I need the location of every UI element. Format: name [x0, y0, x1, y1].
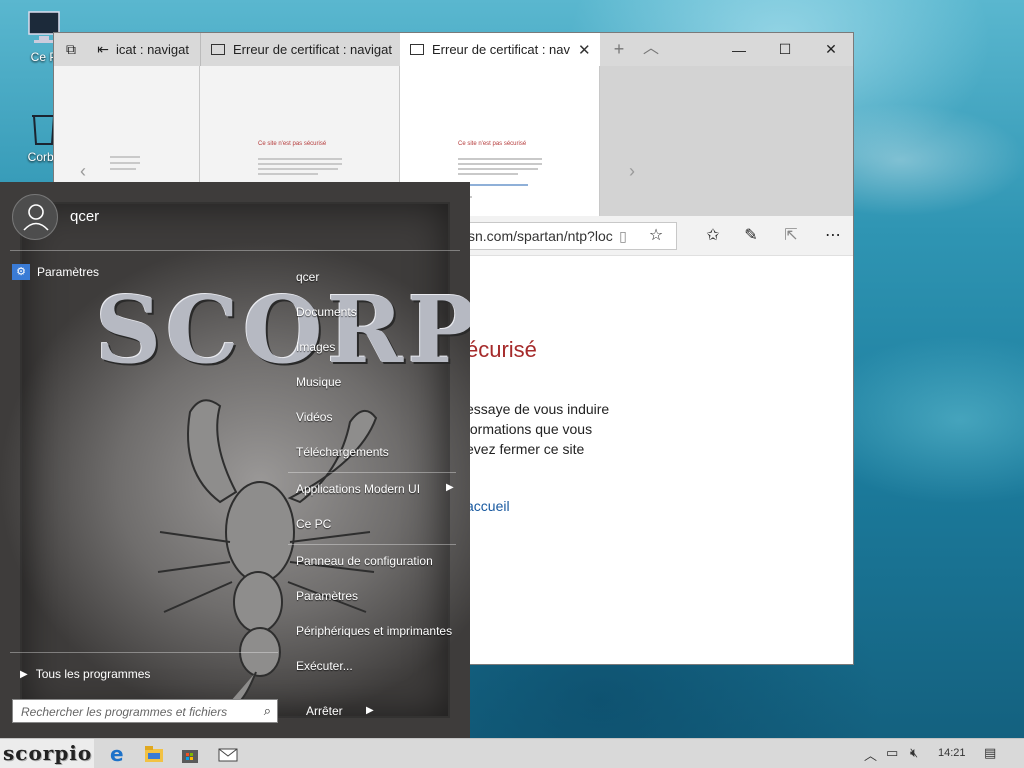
tab-1[interactable]: icat : navigat — [116, 33, 200, 66]
pinned-item-label: Paramètres — [37, 265, 100, 279]
tab-2[interactable]: Erreur de certificat : navigat — [200, 33, 400, 66]
favorites-hub-icon[interactable]: ✩ — [702, 226, 724, 248]
user-avatar[interactable] — [12, 194, 58, 240]
paragraph-line: evez fermer ce site — [466, 441, 585, 457]
taskbar: scorpio e ︿ ▭ 🔇︎ 14:21 ▤ — [0, 738, 1024, 768]
web-note-icon[interactable]: ✎ — [740, 226, 762, 248]
divider — [10, 250, 460, 251]
thumb-title: Ce site n'est pas sécurisé — [458, 141, 527, 147]
user-name[interactable]: qcer — [70, 208, 99, 225]
shutdown-button[interactable]: Arrêter ▶ — [288, 699, 384, 723]
menu-item-this-pc[interactable]: Ce PC — [296, 517, 331, 531]
menu-item-images[interactable]: Images — [296, 340, 335, 354]
paragraph-line: formations que vous — [466, 421, 593, 437]
tab-bar: ⧉ ⇤ icat : navigat Erreur de certificat … — [54, 33, 853, 66]
menu-item-documents[interactable]: Documents — [296, 305, 357, 319]
menu-item-run[interactable]: Exécuter... — [296, 659, 353, 673]
pinned-settings[interactable]: ⚙ Paramètres — [12, 264, 99, 280]
chevron-right-icon: ▶ — [20, 668, 28, 680]
all-programs-label: Tous les programmes — [35, 667, 151, 681]
reading-view-icon[interactable]: ▯ — [612, 226, 634, 248]
favorite-star-icon[interactable]: ☆ — [645, 226, 667, 248]
all-programs-button[interactable]: ▶ Tous les programmes — [20, 667, 150, 681]
user-icon — [23, 204, 49, 231]
start-menu: SCORPIO qcer ⚙ Paramètres qcer Documents… — [0, 182, 470, 738]
edge-browser-icon[interactable]: e — [106, 742, 130, 766]
menu-item-user[interactable]: qcer — [296, 270, 319, 284]
search-input[interactable]: Rechercher les programmes et fichiers ⌕ — [12, 699, 278, 723]
submenu-arrow-icon: ▶ — [446, 482, 454, 493]
page-heading: écurisé — [466, 337, 537, 362]
divider — [288, 544, 456, 545]
menu-item-label: Applications Modern UI — [296, 482, 421, 496]
file-explorer-icon[interactable] — [142, 743, 166, 765]
menu-item-devices-printers[interactable]: Périphériques et imprimantes — [296, 624, 452, 638]
menu-item-control-panel[interactable]: Panneau de configuration — [296, 554, 433, 568]
tab-label: Erreur de certificat : nav — [432, 42, 570, 57]
home-page-link[interactable]: accueil — [466, 498, 510, 514]
shutdown-options-arrow-icon[interactable]: ▶ — [366, 705, 374, 716]
next-arrow-icon[interactable]: › — [629, 161, 635, 182]
new-tab-icon[interactable]: + — [608, 39, 630, 61]
divider — [10, 652, 278, 653]
previous-arrow-icon[interactable]: ‹ — [80, 161, 86, 182]
notification-icon[interactable]: ▤ — [984, 745, 996, 761]
shutdown-label: Arrêter — [306, 704, 343, 718]
chevron-up-icon[interactable]: ︿ — [864, 745, 877, 764]
minimize-button[interactable]: — — [716, 33, 762, 66]
close-button[interactable]: ✕ — [808, 33, 854, 66]
mail-icon[interactable] — [216, 743, 240, 765]
menu-item-settings[interactable]: Paramètres — [296, 589, 358, 603]
settings-gear-icon: ⚙ — [12, 264, 30, 280]
menu-item-modern-apps[interactable]: Applications Modern UI — [296, 482, 420, 496]
chevron-up-icon[interactable]: ︿ — [640, 39, 662, 61]
divider — [288, 472, 456, 473]
search-icon: ⌕ — [263, 703, 271, 718]
tab-label: Erreur de certificat : navigat — [233, 42, 392, 57]
menu-item-videos[interactable]: Vidéos — [296, 410, 332, 424]
menu-item-music[interactable]: Musique — [296, 375, 341, 389]
address-text: sn.com/spartan/ntp?loc — [468, 228, 613, 244]
page-icon — [211, 44, 225, 55]
close-tab-icon[interactable]: ✕ — [578, 41, 591, 59]
tab-preview-icon[interactable]: ⧉ — [60, 39, 82, 61]
address-bar[interactable]: sn.com/spartan/ntp?loc — [449, 222, 677, 250]
volume-muted-icon[interactable]: 🔇︎ — [910, 745, 918, 761]
page-icon — [410, 44, 424, 55]
tab-label: icat : navigat — [116, 42, 189, 57]
store-icon[interactable] — [178, 743, 202, 765]
maximize-button[interactable]: ☐ — [762, 33, 808, 66]
set-aside-tabs-icon[interactable]: ⇤ — [92, 39, 114, 61]
page-paragraph: essaye de vous induire formations que vo… — [466, 399, 666, 459]
tab-3-active[interactable]: Erreur de certificat : nav ✕ — [400, 33, 600, 66]
start-button[interactable]: scorpio — [0, 739, 94, 768]
paragraph-line: essaye de vous induire — [466, 401, 610, 417]
network-icon[interactable]: ▭ — [886, 745, 898, 761]
thumb-title: Ce site n'est pas sécurisé — [258, 141, 327, 147]
clock[interactable]: 14:21 — [938, 747, 966, 759]
menu-item-downloads[interactable]: Téléchargements — [296, 445, 389, 459]
share-icon[interactable]: ⇱ — [780, 226, 802, 248]
scorpio-brand-art: SCORPIO — [95, 276, 470, 384]
svg-text:e: e — [110, 743, 124, 765]
search-placeholder: Rechercher les programmes et fichiers — [21, 705, 228, 719]
more-icon[interactable]: ⋯ — [822, 226, 844, 248]
